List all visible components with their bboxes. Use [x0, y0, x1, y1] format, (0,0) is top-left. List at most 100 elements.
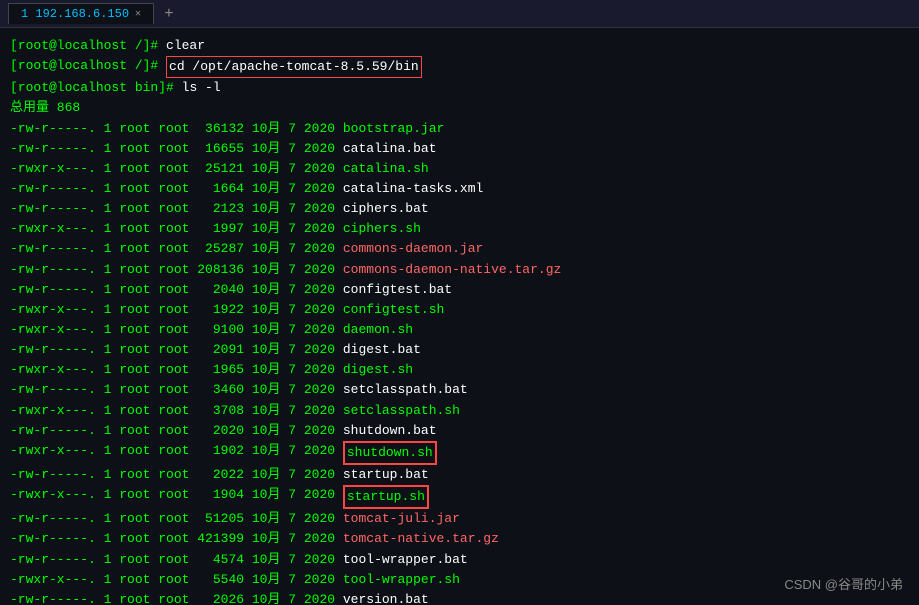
- file-permissions: -rw-r-----.: [10, 380, 104, 400]
- terminal-command: ls -l: [182, 78, 221, 98]
- terminal-command: clear: [166, 36, 205, 56]
- file-permissions: -rw-r-----.: [10, 119, 104, 139]
- terminal-line: -rw-r-----. 1 root root 3460 10月 7 2020 …: [10, 380, 909, 400]
- file-size: 1965: [197, 360, 252, 380]
- terminal-command: cd /opt/apache-tomcat-8.5.59/bin: [166, 56, 422, 78]
- file-name: shutdown.bat: [343, 421, 437, 441]
- file-date: 10月 7 2020: [252, 340, 343, 360]
- terminal-line: -rw-r-----. 1 root root 2091 10月 7 2020 …: [10, 340, 909, 360]
- terminal-line: -rw-r-----. 1 root root 2022 10月 7 2020 …: [10, 465, 909, 485]
- terminal-prompt: [root@localhost bin]#: [10, 78, 182, 98]
- file-permissions: -rw-r-----.: [10, 260, 104, 280]
- file-meta: 1 root root: [104, 441, 198, 465]
- file-meta: 1 root root: [104, 219, 198, 239]
- tab-label: 1 192.168.6.150: [21, 7, 129, 21]
- terminal-line: -rw-r-----. 1 root root 2040 10月 7 2020 …: [10, 280, 909, 300]
- file-permissions: -rw-r-----.: [10, 529, 104, 549]
- file-name: catalina.bat: [343, 139, 437, 159]
- terminal-line: -rw-r-----. 1 root root 25287 10月 7 2020…: [10, 239, 909, 259]
- file-date: 10月 7 2020: [252, 139, 343, 159]
- file-date: 10月 7 2020: [252, 179, 343, 199]
- file-meta: 1 root root: [104, 239, 198, 259]
- terminal-line: -rw-r-----. 1 root root 208136 10月 7 202…: [10, 260, 909, 280]
- file-size: 25287: [197, 239, 252, 259]
- file-size: 2123: [197, 199, 252, 219]
- file-meta: 1 root root: [104, 280, 198, 300]
- file-size: 2040: [197, 280, 252, 300]
- file-name: setclasspath.bat: [343, 380, 468, 400]
- file-meta: 1 root root: [104, 139, 198, 159]
- file-size: 9100: [197, 320, 252, 340]
- file-meta: 1 root root: [104, 360, 198, 380]
- file-date: 10月 7 2020: [252, 550, 343, 570]
- terminal-line: -rw-r-----. 1 root root 421399 10月 7 202…: [10, 529, 909, 549]
- file-name: configtest.bat: [343, 280, 452, 300]
- file-permissions: -rwxr-x---.: [10, 360, 104, 380]
- file-date: 10月 7 2020: [252, 465, 343, 485]
- add-tab-button[interactable]: +: [160, 5, 178, 23]
- file-meta: 1 root root: [104, 570, 198, 590]
- terminal-line: -rwxr-x---. 1 root root 1902 10月 7 2020 …: [10, 441, 909, 465]
- file-size: 4574: [197, 550, 252, 570]
- terminal-tab[interactable]: 1 192.168.6.150 ✕: [8, 3, 154, 24]
- file-name: version.bat: [343, 590, 429, 605]
- file-meta: 1 root root: [104, 179, 198, 199]
- file-size: 208136: [197, 260, 252, 280]
- terminal-line: -rwxr-x---. 1 root root 1997 10月 7 2020 …: [10, 219, 909, 239]
- file-name: ciphers.bat: [343, 199, 429, 219]
- file-date: 10月 7 2020: [252, 320, 343, 340]
- file-name: daemon.sh: [343, 320, 413, 340]
- file-permissions: -rwxr-x---.: [10, 159, 104, 179]
- tab-close-button[interactable]: ✕: [135, 8, 141, 20]
- file-date: 10月 7 2020: [252, 300, 343, 320]
- terminal-line: -rw-r-----. 1 root root 51205 10月 7 2020…: [10, 509, 909, 529]
- file-name: ciphers.sh: [343, 219, 421, 239]
- terminal-line: -rw-r-----. 1 root root 1664 10月 7 2020 …: [10, 179, 909, 199]
- terminal-line: [root@localhost /]# clear: [10, 36, 909, 56]
- file-meta: 1 root root: [104, 260, 198, 280]
- file-meta: 1 root root: [104, 340, 198, 360]
- terminal-line: -rwxr-x---. 1 root root 1965 10月 7 2020 …: [10, 360, 909, 380]
- file-name: configtest.sh: [343, 300, 444, 320]
- file-size: 25121: [197, 159, 252, 179]
- file-name: commons-daemon.jar: [343, 239, 483, 259]
- file-size: 1902: [197, 441, 252, 465]
- terminal-line: -rw-r-----. 1 root root 2020 10月 7 2020 …: [10, 421, 909, 441]
- file-name: startup.bat: [343, 465, 429, 485]
- file-date: 10月 7 2020: [252, 485, 343, 509]
- file-size: 1664: [197, 179, 252, 199]
- file-size: 51205: [197, 509, 252, 529]
- file-permissions: -rw-r-----.: [10, 421, 104, 441]
- terminal-line: -rwxr-x---. 1 root root 1904 10月 7 2020 …: [10, 485, 909, 509]
- file-size: 2091: [197, 340, 252, 360]
- file-meta: 1 root root: [104, 401, 198, 421]
- file-permissions: -rwxr-x---.: [10, 219, 104, 239]
- file-meta: 1 root root: [104, 509, 198, 529]
- file-name: startup.sh: [343, 485, 429, 509]
- file-meta: 1 root root: [104, 529, 198, 549]
- file-meta: 1 root root: [104, 119, 198, 139]
- file-meta: 1 root root: [104, 485, 198, 509]
- file-date: 10月 7 2020: [252, 260, 343, 280]
- file-date: 10月 7 2020: [252, 401, 343, 421]
- file-date: 10月 7 2020: [252, 421, 343, 441]
- file-size: 5540: [197, 570, 252, 590]
- file-name: digest.sh: [343, 360, 413, 380]
- file-date: 10月 7 2020: [252, 360, 343, 380]
- file-size: 1997: [197, 219, 252, 239]
- terminal-line: -rwxr-x---. 1 root root 9100 10月 7 2020 …: [10, 320, 909, 340]
- title-bar: 1 192.168.6.150 ✕ +: [0, 0, 919, 28]
- file-date: 10月 7 2020: [252, 570, 343, 590]
- file-date: 10月 7 2020: [252, 199, 343, 219]
- file-meta: 1 root root: [104, 550, 198, 570]
- file-permissions: -rwxr-x---.: [10, 485, 104, 509]
- file-size: 36132: [197, 119, 252, 139]
- file-permissions: -rwxr-x---.: [10, 320, 104, 340]
- file-date: 10月 7 2020: [252, 590, 343, 605]
- terminal-line: [root@localhost /]# cd /opt/apache-tomca…: [10, 56, 909, 78]
- terminal-line: -rw-r-----. 1 root root 2123 10月 7 2020 …: [10, 199, 909, 219]
- file-size: 3708: [197, 401, 252, 421]
- terminal-line: 总用量 868: [10, 98, 909, 118]
- terminal-line: -rwxr-x---. 1 root root 3708 10月 7 2020 …: [10, 401, 909, 421]
- file-date: 10月 7 2020: [252, 509, 343, 529]
